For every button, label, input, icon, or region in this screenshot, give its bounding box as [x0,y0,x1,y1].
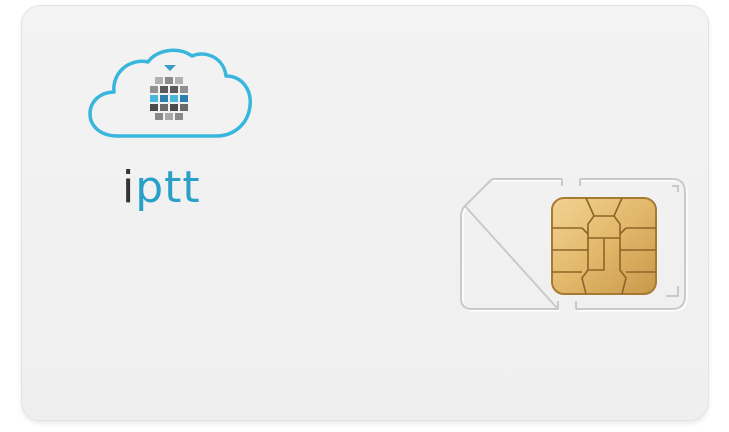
cloud-icon [88,48,252,138]
brand-name: iptt [122,166,201,210]
brand-name-i: i [122,162,136,213]
sim-card: iptt [22,6,708,420]
sim-contact-pad [551,197,657,295]
brand-name-ptt: ptt [135,162,201,213]
logo-pixel-grid [150,77,188,120]
image-canvas: iptt [0,0,729,432]
sim-chip-icon [460,178,688,312]
